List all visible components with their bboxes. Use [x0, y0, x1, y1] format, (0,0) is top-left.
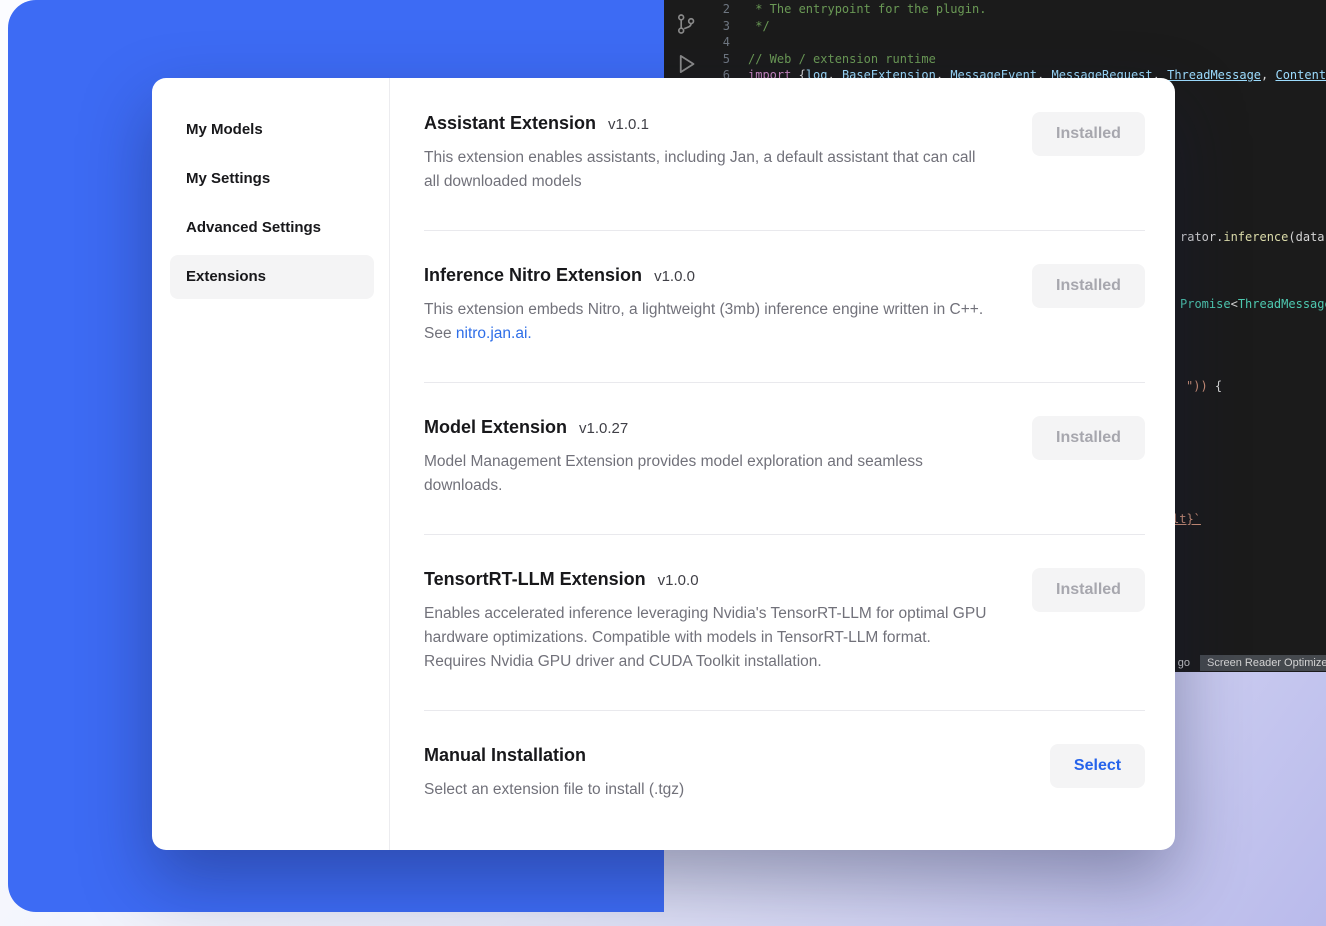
extension-info: Assistant Extension v1.0.1 This extension … — [424, 112, 994, 194]
description-text: This extension enables assistants, inclu… — [424, 149, 975, 190]
installed-button[interactable]: Installed — [1032, 568, 1145, 612]
extension-description: Model Management Extension provides mode… — [424, 450, 994, 498]
code-segment: ThreadMessage — [1167, 68, 1261, 82]
code-segment: { — [1208, 379, 1222, 393]
code-segment: ThreadMessage — [1238, 297, 1326, 311]
settings-nav: My Models My Settings Advanced Settings Ext… — [152, 78, 390, 850]
extension-title-line: Model Extension v1.0.27 — [424, 416, 994, 438]
code-fragment: rator.inference(data)); — [1180, 229, 1326, 245]
extension-title-line: Inference Nitro Extension v1.0.0 — [424, 264, 994, 286]
line-number: 2 — [708, 1, 730, 18]
code-line: 3 */ — [708, 18, 1326, 35]
extension-title: TensortRT-LLM Extension — [424, 568, 646, 590]
run-debug-icon[interactable] — [674, 52, 698, 76]
extension-row: Model Extension v1.0.27 Model Management E… — [424, 383, 1145, 535]
settings-modal: My Models My Settings Advanced Settings Ext… — [152, 78, 1175, 850]
line-number: 5 — [708, 51, 730, 68]
code-line: 5 // Web / extension runtime — [708, 51, 1326, 68]
code-fragment: lt}` — [1172, 511, 1201, 527]
extension-version: v1.0.27 — [579, 420, 628, 437]
extension-description: This extension embeds Nitro, a lightweig… — [424, 298, 994, 346]
status-text: go — [1178, 657, 1190, 669]
code-segment: (data)); — [1288, 230, 1326, 244]
description-text: Select an extension file to install (.tg… — [424, 781, 684, 798]
code-fragment: ")) { — [1186, 378, 1222, 394]
extension-info: Model Extension v1.0.27 Model Management E… — [424, 416, 994, 498]
extension-info: Manual Installation Select an extension f… — [424, 744, 684, 802]
code-segment: ContentType — [1275, 68, 1326, 82]
installed-button[interactable]: Installed — [1032, 112, 1145, 156]
extension-description: Enables accelerated inference leveraging… — [424, 602, 994, 674]
extension-list: Assistant Extension v1.0.1 This extension … — [390, 78, 1175, 850]
select-button[interactable]: Select — [1050, 744, 1145, 788]
code-segment: ")) — [1186, 379, 1208, 393]
extension-title-line: TensortRT-LLM Extension v1.0.0 — [424, 568, 994, 590]
code-segment: < — [1231, 297, 1238, 311]
code-segment: Promise — [1180, 297, 1231, 311]
extension-version: v1.0.0 — [658, 572, 699, 589]
code-segment: lt}` — [1172, 512, 1201, 526]
sidebar-item-my-settings[interactable]: My Settings — [170, 157, 374, 201]
line-number: 3 — [708, 18, 730, 35]
extension-row: Inference Nitro Extension v1.0.0 This exte… — [424, 231, 1145, 383]
line-number: 4 — [708, 34, 730, 51]
installed-button[interactable]: Installed — [1032, 264, 1145, 308]
source-control-icon[interactable] — [674, 12, 698, 36]
code-line: 2 * The entrypoint for the plugin. — [708, 1, 1326, 18]
description-text: Model Management Extension provides mode… — [424, 453, 923, 494]
extension-title: Model Extension — [424, 416, 567, 438]
code-segment: * The entrypoint for the plugin. — [748, 2, 986, 16]
extension-row: TensortRT-LLM Extension v1.0.0 Enables acc… — [424, 535, 1145, 711]
extension-title: Manual Installation — [424, 744, 586, 766]
sidebar-item-my-models[interactable]: My Models — [170, 108, 374, 152]
extension-title: Inference Nitro Extension — [424, 264, 642, 286]
extension-info: TensortRT-LLM Extension v1.0.0 Enables acc… — [424, 568, 994, 674]
sidebar-item-advanced-settings[interactable]: Advanced Settings — [170, 206, 374, 250]
code-segment: */ — [748, 19, 770, 33]
extension-row: Manual Installation Select an extension f… — [424, 711, 1145, 838]
extension-title-line: Assistant Extension v1.0.1 — [424, 112, 994, 134]
code-segment: rator. — [1180, 230, 1223, 244]
extension-info: Inference Nitro Extension v1.0.0 This exte… — [424, 264, 994, 346]
installed-button[interactable]: Installed — [1032, 416, 1145, 460]
code-segment: inference — [1223, 230, 1288, 244]
extension-row: Assistant Extension v1.0.1 This extension … — [424, 78, 1145, 231]
code-segment: // Web / extension runtime — [748, 52, 936, 66]
extension-version: v1.0.0 — [654, 268, 695, 285]
description-text: Enables accelerated inference leveraging… — [424, 605, 986, 670]
code-lines: 2 * The entrypoint for the plugin.3 */45… — [708, 1, 1326, 84]
extension-description: This extension enables assistants, inclu… — [424, 146, 994, 194]
extension-title-line: Manual Installation — [424, 744, 684, 766]
code-fragment: Promise<ThreadMessage> — [1180, 296, 1326, 312]
screen-reader-badge[interactable]: Screen Reader Optimized — [1200, 655, 1326, 671]
code-line: 4 — [708, 34, 1326, 51]
sidebar-item-extensions[interactable]: Extensions — [170, 255, 374, 299]
nitro-jan-ai-link[interactable]: nitro.jan.ai. — [456, 325, 532, 342]
code-segment: , — [1261, 68, 1275, 82]
extension-version: v1.0.1 — [608, 116, 649, 133]
extension-title: Assistant Extension — [424, 112, 596, 134]
extension-description: Select an extension file to install (.tg… — [424, 778, 684, 802]
